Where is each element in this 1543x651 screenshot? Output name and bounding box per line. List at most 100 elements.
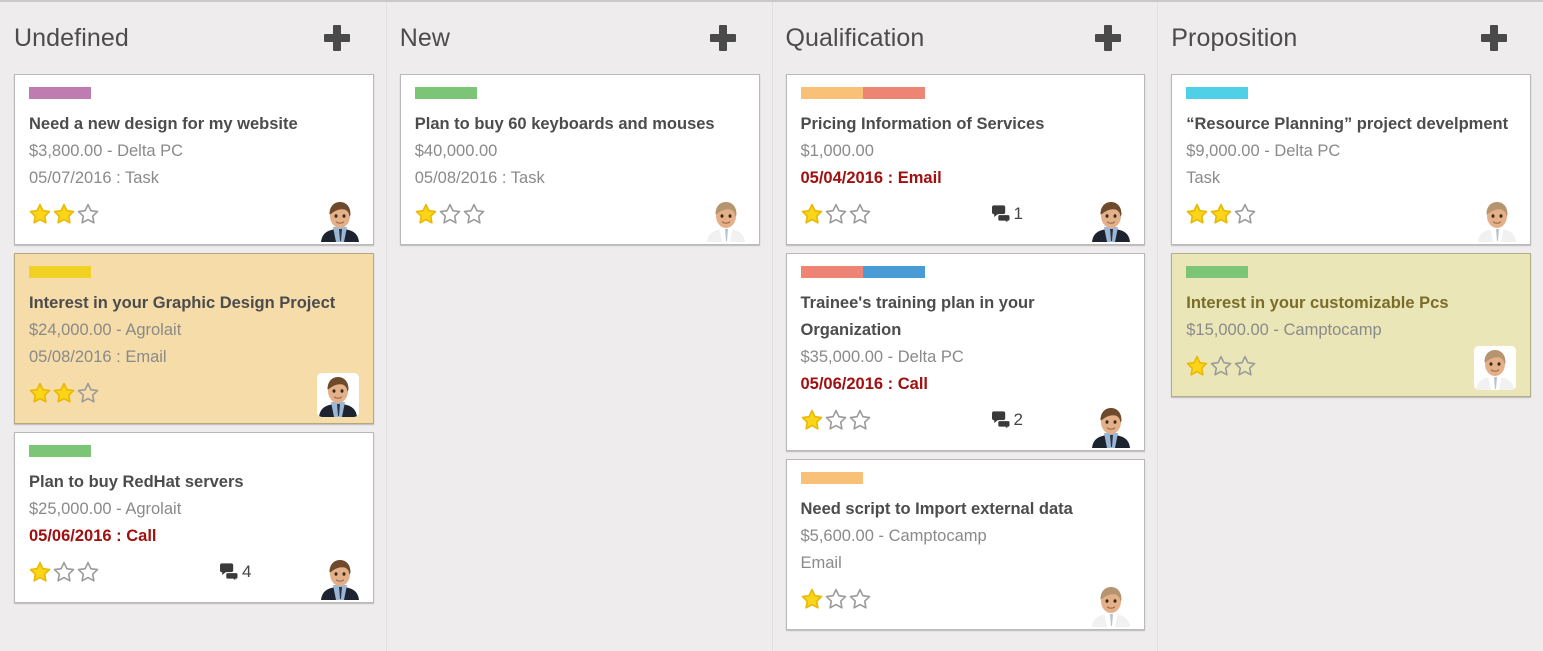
star-empty-icon[interactable] — [53, 561, 75, 583]
column-header: Proposition — [1171, 2, 1531, 74]
card-footer — [1186, 346, 1516, 390]
card-footer: 2 — [801, 400, 1133, 448]
star-filled-icon[interactable] — [29, 561, 51, 583]
card-tag-bar — [29, 87, 359, 99]
star-empty-icon[interactable] — [463, 203, 485, 225]
star-empty-icon[interactable] — [1210, 355, 1232, 377]
card-amount-partner: $3,800.00 - Delta PC — [29, 142, 184, 160]
card-title[interactable]: Trainee's training plan in your Organiza… — [801, 290, 1131, 344]
avatar[interactable] — [1476, 198, 1518, 242]
avatar[interactable] — [704, 198, 747, 242]
kanban-card[interactable]: Interest in your Graphic Design Project $… — [14, 253, 374, 424]
star-empty-icon[interactable] — [825, 409, 847, 431]
comment-count-value: 4 — [242, 562, 252, 581]
card-title[interactable]: Interest in your Graphic Design Project — [29, 290, 359, 317]
kanban-card[interactable]: Pricing Information of Services $1,000.00… — [785, 74, 1146, 245]
card-next-activity: 05/06/2016 : Call — [800, 375, 929, 393]
comment-count[interactable]: 2 — [991, 410, 1023, 430]
add-card-plus-icon[interactable] — [1095, 25, 1122, 51]
comment-count[interactable]: 4 — [219, 562, 251, 582]
card-tag — [862, 266, 925, 278]
priority-stars[interactable] — [29, 561, 99, 583]
star-filled-icon[interactable] — [415, 203, 437, 225]
priority-stars[interactable] — [1186, 355, 1256, 377]
kanban-card[interactable]: Plan to buy 60 keyboards and mouses $40,0… — [399, 74, 760, 245]
card-next-activity: 05/06/2016 : Call — [29, 527, 157, 545]
star-filled-icon[interactable] — [53, 203, 75, 225]
star-empty-icon[interactable] — [825, 203, 847, 225]
star-filled-icon[interactable] — [1186, 203, 1208, 225]
card-tag-bar — [1186, 266, 1516, 278]
add-card-plus-icon[interactable] — [709, 25, 736, 51]
kanban-column-proposition: Proposition “Resource Planning” project d… — [1157, 2, 1543, 651]
card-tag-bar — [414, 87, 745, 99]
card-amount-partner: $40,000.00 — [414, 142, 498, 160]
card-title[interactable]: Pricing Information of Services — [801, 111, 1131, 138]
add-card-plus-icon[interactable] — [1481, 25, 1507, 51]
card-next-activity: 05/08/2016 : Task — [414, 169, 545, 187]
avatar[interactable] — [1090, 583, 1133, 627]
priority-stars[interactable] — [801, 588, 871, 610]
kanban-card[interactable]: Plan to buy RedHat servers $25,000.00 - A… — [14, 432, 374, 603]
avatar-photo — [1090, 198, 1133, 242]
star-empty-icon[interactable] — [77, 203, 99, 225]
avatar[interactable] — [318, 198, 361, 242]
comment-count-value: 1 — [1013, 204, 1023, 223]
kanban-card[interactable]: Need script to Import external data $5,60… — [785, 459, 1146, 630]
avatar[interactable] — [1474, 346, 1516, 390]
priority-stars[interactable] — [1186, 203, 1256, 225]
card-tag-bar — [800, 266, 1131, 278]
star-filled-icon[interactable] — [801, 409, 823, 431]
card-next-activity: 05/08/2016 : Email — [29, 348, 167, 366]
comment-count[interactable]: 1 — [991, 204, 1023, 224]
star-empty-icon[interactable] — [1234, 203, 1256, 225]
priority-stars[interactable] — [415, 203, 485, 225]
star-filled-icon[interactable] — [53, 382, 75, 404]
star-empty-icon[interactable] — [77, 561, 99, 583]
star-filled-icon[interactable] — [1210, 203, 1232, 225]
card-footer — [1186, 194, 1518, 242]
kanban-card[interactable]: “Resource Planning” project develpment $9… — [1171, 74, 1531, 245]
priority-stars[interactable] — [801, 203, 871, 225]
card-title[interactable]: “Resource Planning” project develpment — [1186, 111, 1516, 138]
card-tag — [29, 445, 91, 457]
star-empty-icon[interactable] — [1234, 355, 1256, 377]
kanban-card[interactable]: Need a new design for my website $3,800.0… — [14, 74, 374, 245]
star-filled-icon[interactable] — [801, 203, 823, 225]
star-empty-icon[interactable] — [849, 588, 871, 610]
kanban-card[interactable]: Trainee's training plan in your Organiza… — [785, 253, 1146, 451]
card-amount-partner: $1,000.00 — [800, 142, 874, 160]
card-title[interactable]: Interest in your customizable Pcs — [1186, 290, 1516, 317]
avatar[interactable] — [1090, 404, 1133, 448]
comment-bubble-icon — [991, 411, 1010, 429]
star-empty-icon[interactable] — [849, 409, 871, 431]
card-amount-partner: $24,000.00 - Agrolait — [29, 321, 182, 339]
kanban-card[interactable]: Interest in your customizable Pcs $15,000… — [1171, 253, 1531, 397]
add-card-plus-icon[interactable] — [323, 25, 350, 51]
card-footer — [801, 579, 1133, 627]
avatar[interactable] — [316, 373, 359, 417]
card-title[interactable]: Need a new design for my website — [29, 111, 359, 138]
star-empty-icon[interactable] — [825, 588, 847, 610]
card-footer — [29, 194, 361, 242]
card-title[interactable]: Need script to Import external data — [801, 496, 1131, 523]
priority-stars[interactable] — [29, 382, 99, 404]
star-empty-icon[interactable] — [77, 382, 99, 404]
star-filled-icon[interactable] — [29, 203, 51, 225]
card-amount-partner: $15,000.00 - Camptocamp — [1186, 321, 1382, 339]
star-filled-icon[interactable] — [801, 588, 823, 610]
avatar[interactable] — [318, 556, 361, 600]
avatar[interactable] — [1090, 198, 1133, 242]
card-amount-partner: $25,000.00 - Agrolait — [29, 500, 182, 518]
star-empty-icon[interactable] — [849, 203, 871, 225]
card-tag — [800, 87, 863, 99]
card-title[interactable]: Plan to buy 60 keyboards and mouses — [415, 111, 745, 138]
card-title[interactable]: Plan to buy RedHat servers — [29, 469, 359, 496]
star-empty-icon[interactable] — [439, 203, 461, 225]
card-tag-bar — [800, 87, 1131, 99]
star-filled-icon[interactable] — [29, 382, 51, 404]
star-filled-icon[interactable] — [1186, 355, 1208, 377]
column-title: Undefined — [14, 23, 129, 52]
priority-stars[interactable] — [29, 203, 99, 225]
priority-stars[interactable] — [801, 409, 871, 431]
